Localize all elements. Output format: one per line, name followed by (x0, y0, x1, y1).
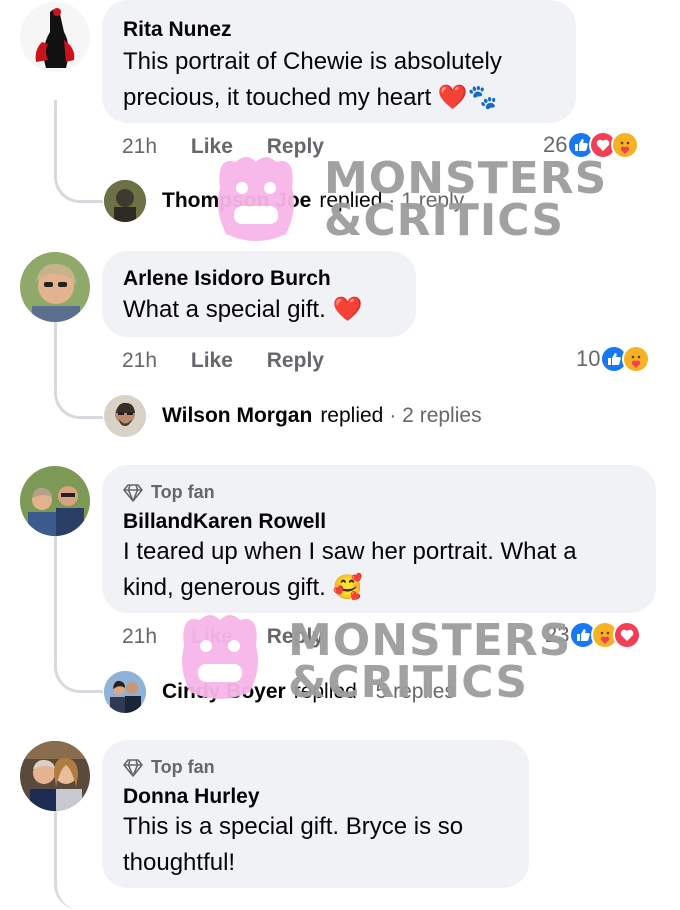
comment-actions: 21h Like Reply (122, 135, 324, 159)
thread-line (54, 536, 103, 693)
replied-label: replied (319, 189, 383, 212)
like-button[interactable]: Like (191, 625, 233, 649)
replies-link[interactable]: Cindy Boyer replied · 5 replies (104, 671, 455, 713)
heart-emoji: ❤️ (332, 296, 363, 323)
replies-link[interactable]: Wilson Morgan replied · 2 replies (104, 395, 482, 437)
avatar (104, 180, 146, 222)
diamond-icon (123, 758, 143, 777)
comment-bubble: Top fan BillandKaren Rowell I teared up … (102, 465, 656, 613)
care-icon (611, 131, 640, 159)
commenter-name[interactable]: Donna Hurley (123, 785, 260, 809)
smiling-hearts-emoji: 🥰 (332, 574, 363, 601)
reply-button[interactable]: Reply (267, 135, 324, 159)
reaction-summary[interactable]: 23 (545, 618, 642, 652)
replied-label: replied (293, 680, 357, 703)
comment-bubble: Rita Nunez This portrait of Chewie is ab… (102, 0, 576, 123)
replied-label: replied (320, 404, 384, 427)
top-fan-badge: Top fan (123, 482, 215, 503)
commenter-name[interactable]: Rita Nunez (123, 18, 232, 42)
reply-author[interactable]: Wilson Morgan (162, 404, 312, 428)
reaction-summary[interactable]: 10 (576, 342, 651, 376)
top-fan-badge: Top fan (123, 757, 215, 778)
reply-button[interactable]: Reply (267, 625, 324, 649)
comment-actions: 21h Like Reply (122, 349, 324, 373)
thread-line (54, 100, 103, 203)
replies-link[interactable]: Thompson Joe replied · 1 reply (104, 180, 464, 222)
reply-button[interactable]: Reply (267, 349, 324, 373)
avatar (104, 671, 146, 713)
reaction-count: 26 (543, 132, 568, 157)
comment-text: What a special gift. ❤️ (123, 296, 363, 323)
diamond-icon (123, 483, 143, 502)
comment-actions: 21h Like Reply (122, 625, 324, 649)
commenter-name[interactable]: BillandKaren Rowell (123, 510, 326, 534)
thread-line (54, 322, 103, 419)
heart-paw-emoji: ❤️🐾 (437, 84, 498, 111)
reply-count: · 5 replies (362, 680, 455, 703)
reply-author[interactable]: Thompson Joe (162, 189, 311, 213)
like-button[interactable]: Like (191, 349, 233, 373)
comment-bubble: Arlene Isidoro Burch What a special gift… (102, 251, 416, 337)
avatar[interactable] (20, 252, 90, 322)
care-icon (622, 345, 651, 373)
timestamp[interactable]: 21h (122, 625, 157, 649)
comment-text: This is a special gift. Bryce is so thou… (123, 813, 464, 876)
love-icon (613, 621, 642, 649)
avatar[interactable] (20, 466, 90, 536)
reaction-count: 10 (576, 346, 601, 371)
comment-text: I teared up when I saw her portrait. Wha… (123, 538, 577, 601)
commenter-name[interactable]: Arlene Isidoro Burch (123, 267, 331, 291)
reply-count: · 1 reply (388, 189, 465, 212)
reply-count: · 2 replies (389, 404, 482, 427)
like-button[interactable]: Like (191, 135, 233, 159)
reaction-summary[interactable]: 26 (543, 128, 640, 162)
avatar[interactable] (20, 2, 90, 72)
reaction-count: 23 (545, 622, 570, 647)
avatar (104, 395, 146, 437)
watermark-line: MONSTERS (288, 615, 572, 666)
reply-author[interactable]: Cindy Boyer (162, 680, 286, 704)
avatar[interactable] (20, 741, 90, 811)
thread-line (54, 810, 103, 910)
timestamp[interactable]: 21h (122, 135, 157, 159)
comment-bubble: Top fan Donna Hurley This is a special g… (102, 740, 529, 888)
comment-text: This portrait of Chewie is absolutely pr… (123, 48, 502, 111)
timestamp[interactable]: 21h (122, 349, 157, 373)
